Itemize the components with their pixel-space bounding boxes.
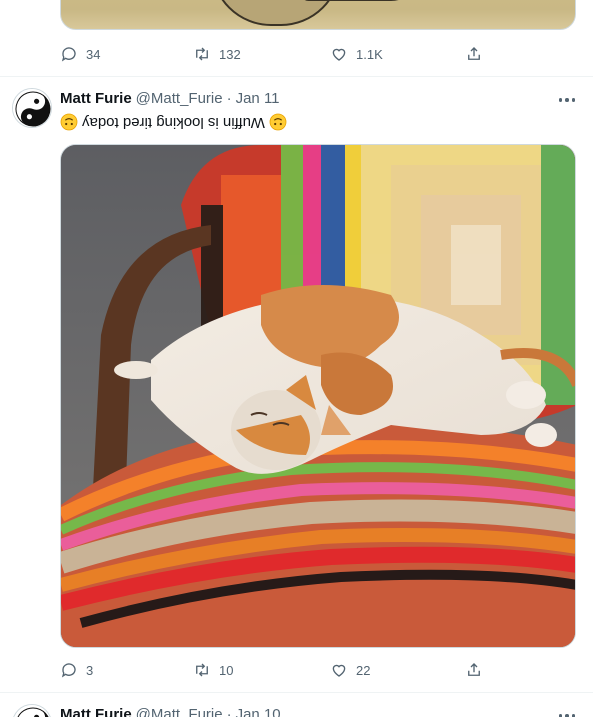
retweet-icon	[196, 47, 208, 61]
reply-button[interactable]: 34	[60, 45, 100, 63]
avatar[interactable]	[12, 88, 52, 128]
tweet-text-content: Wuffin is looking tired today	[82, 113, 265, 131]
retweet-icon	[196, 663, 208, 677]
tweet-divider	[0, 76, 593, 77]
like-icon	[332, 48, 346, 61]
author-handle[interactable]: @Matt_Furie	[136, 706, 223, 717]
more-icon-dot	[571, 98, 576, 102]
upside-down-face-emoji	[60, 113, 78, 131]
retweet-count: 132	[219, 46, 241, 62]
reply-icon	[61, 663, 76, 678]
like-count: 1.1K	[356, 46, 383, 62]
more-icon-dot	[565, 98, 569, 102]
retweet-button[interactable]: 132	[193, 45, 241, 63]
avatar[interactable]	[12, 704, 52, 717]
yin-yang-avatar	[13, 89, 51, 127]
share-icon	[468, 47, 480, 60]
upside-down-face-emoji	[269, 113, 287, 131]
previous-tweet-actions: 34 132 1.1K	[56, 42, 496, 66]
tweet-actions: 3 10 22	[56, 658, 496, 682]
retweet-button[interactable]: 10	[193, 661, 233, 679]
tweet-header: Matt Furie @Matt_Furie · Jan 11	[60, 88, 280, 108]
tweet-date[interactable]: Jan 11	[236, 90, 280, 107]
like-button[interactable]: 22	[330, 661, 370, 679]
separator: ·	[226, 89, 232, 107]
author-handle[interactable]: @Matt_Furie	[136, 90, 223, 107]
yin-yang-avatar	[13, 705, 51, 717]
more-icon	[558, 98, 563, 102]
media-shape	[211, 0, 341, 26]
tweet-date[interactable]: Jan 10	[236, 706, 281, 717]
like-count: 22	[356, 662, 371, 678]
share-button[interactable]	[465, 45, 483, 63]
like-icon	[332, 664, 346, 677]
reply-icon	[61, 47, 76, 62]
media-shape	[301, 0, 421, 1]
tweet-divider	[0, 692, 593, 693]
share-button[interactable]	[465, 661, 483, 679]
reply-button[interactable]: 3	[60, 661, 93, 679]
tweet-photo[interactable]	[60, 144, 576, 648]
reply-count: 3	[86, 662, 94, 678]
reply-count: 34	[86, 46, 101, 62]
retweet-count: 10	[219, 662, 234, 678]
share-icon	[468, 663, 480, 676]
previous-tweet-media[interactable]	[60, 0, 576, 30]
more-options-button[interactable]	[556, 706, 578, 717]
next-tweet-header: Matt Furie @Matt_Furie · Jan 10	[60, 704, 281, 717]
cat-on-blanket-image	[61, 145, 575, 647]
author-name[interactable]: Matt Furie	[60, 90, 132, 107]
like-button[interactable]: 1.1K	[330, 45, 383, 63]
separator: ·	[226, 705, 232, 717]
more-options-button[interactable]	[556, 90, 578, 110]
author-name[interactable]: Matt Furie	[60, 706, 132, 717]
tweet-text: Wuffin is looking tired today	[60, 112, 287, 132]
